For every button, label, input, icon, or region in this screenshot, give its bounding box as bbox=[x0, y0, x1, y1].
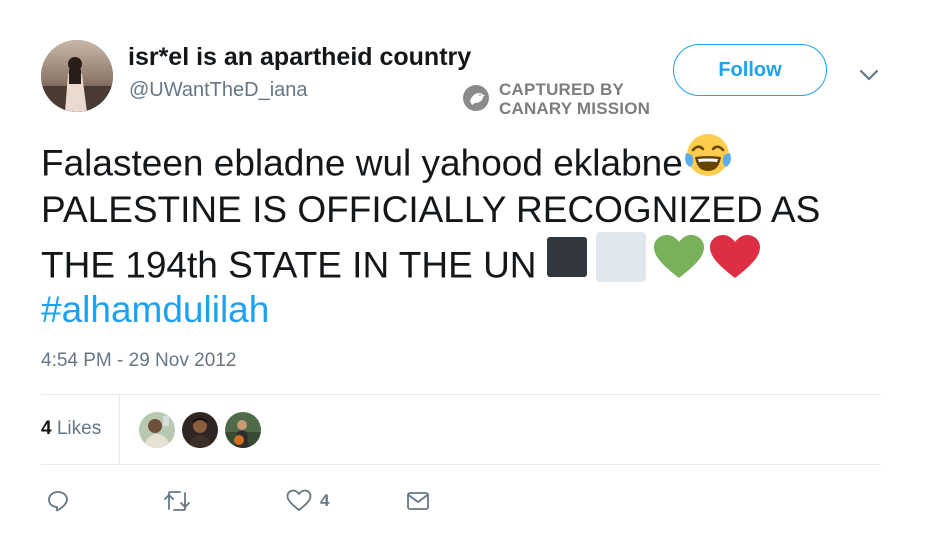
tweet-line-3-text: THE 194th STATE IN THE UN bbox=[41, 244, 537, 286]
reply-icon bbox=[48, 491, 68, 512]
tweet-line-1-text: Falasteen ebladne wul yahood eklabne bbox=[41, 142, 683, 184]
tweet-line-1: Falasteen ebladne wul yahood eklabne bbox=[41, 134, 891, 185]
retweet-button[interactable] bbox=[163, 487, 191, 515]
red-heart-icon bbox=[709, 234, 761, 293]
canary-mission-watermark: CAPTURED BY CANARY MISSION bbox=[462, 80, 662, 118]
heart-outline-icon bbox=[286, 489, 312, 511]
user-handle[interactable]: @UWantTheD_iana bbox=[129, 79, 308, 102]
tweet-line-2: PALESTINE IS OFFICIALLY RECOGNIZED AS bbox=[41, 189, 821, 230]
liker-avatar-2[interactable] bbox=[182, 412, 218, 448]
black-square-icon bbox=[545, 235, 589, 292]
likes-separator bbox=[119, 395, 120, 464]
face-with-tears-of-joy-icon bbox=[683, 131, 733, 192]
follow-button[interactable]: Follow bbox=[673, 44, 827, 96]
tweet-text: Falasteen ebladne wul yahood eklabne PAL… bbox=[41, 134, 891, 335]
liker-avatar-1[interactable] bbox=[139, 412, 175, 448]
avatar-photo bbox=[41, 40, 113, 112]
chevron-down-icon[interactable] bbox=[858, 64, 880, 86]
tweet-line-3: THE 194th STATE IN THE UN bbox=[41, 232, 891, 286]
direct-message-button[interactable] bbox=[406, 487, 430, 515]
liker-avatar-3[interactable] bbox=[225, 412, 261, 448]
watermark-text: CAPTURED BY CANARY MISSION bbox=[499, 80, 650, 118]
like-count: 4 bbox=[320, 491, 330, 510]
white-square-icon bbox=[595, 231, 647, 296]
green-heart-icon bbox=[653, 234, 705, 293]
likes-number: 4 bbox=[41, 418, 52, 439]
envelope-icon bbox=[407, 492, 429, 510]
canary-bird-icon bbox=[463, 85, 489, 111]
like-button[interactable]: 4 bbox=[286, 487, 329, 515]
reply-button[interactable] bbox=[46, 487, 70, 515]
hashtag-link[interactable]: #alhamdulilah bbox=[41, 285, 891, 335]
divider-bottom bbox=[41, 464, 881, 465]
likes-count[interactable]: 4 Likes bbox=[41, 418, 101, 440]
watermark-line2: CANARY MISSION bbox=[499, 99, 651, 118]
likes-label: Likes bbox=[51, 418, 102, 439]
watermark-line1: CAPTURED BY bbox=[499, 80, 624, 99]
avatar[interactable] bbox=[41, 40, 113, 112]
display-name[interactable]: isr*el is an apartheid country bbox=[128, 43, 471, 72]
tweet-timestamp[interactable]: 4:54 PM - 29 Nov 2012 bbox=[41, 350, 236, 372]
likes-row: 4 Likes bbox=[41, 395, 881, 464]
retweet-icon bbox=[164, 491, 190, 511]
